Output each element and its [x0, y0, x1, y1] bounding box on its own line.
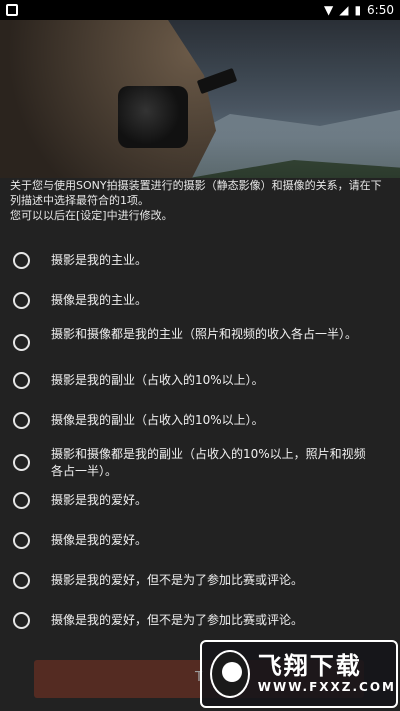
radio-button[interactable]: [13, 492, 30, 509]
status-bar: ▼ ◢ ▮ 6:50: [0, 0, 400, 20]
radio-button[interactable]: [13, 292, 30, 309]
option-label: 摄影是我的副业（占收入的10%以上）。: [51, 373, 264, 387]
notification-icon: [6, 4, 18, 16]
option-label: 摄像是我的主业。: [51, 293, 148, 307]
option-label: 摄像是我的爱好，但不是为了参加比赛或评论。: [51, 613, 304, 627]
radio-button[interactable]: [13, 532, 30, 549]
option-label: 摄像是我的爱好。: [51, 533, 148, 547]
option-label: 摄影是我的爱好。: [51, 493, 148, 507]
option-label: 摄影和摄像都是我的副业（占收入的10%以上，照片和视频各占一半）。: [51, 447, 366, 478]
option-label: 摄影是我的爱好，但不是为了参加比赛或评论。: [51, 573, 304, 587]
intro-text: 关于您与使用SONY拍摄装置进行的摄影（静态影像）和摄像的关系，请在下列描述中选…: [10, 178, 392, 223]
watermark-name: 飞翔下载: [257, 652, 362, 680]
radio-button[interactable]: [13, 454, 30, 471]
wifi-icon: ▼: [323, 3, 334, 17]
signal-icon: ◢: [339, 3, 349, 17]
battery-icon: ▮: [354, 3, 362, 17]
radio-button[interactable]: [13, 372, 30, 389]
intro-line-2: 您可以以后在[设定]中进行修改。: [10, 209, 173, 222]
radio-button[interactable]: [13, 572, 30, 589]
hero-image: [0, 20, 400, 178]
watermark: 飞翔下载 WWW.FXXZ.COM: [200, 640, 398, 708]
option-label: 摄影和摄像都是我的主业（照片和视频的收入各占一半）。: [51, 327, 358, 341]
intro-line-1: 关于您与使用SONY拍摄装置进行的摄影（静态影像）和摄像的关系，请在下列描述中选…: [10, 179, 382, 207]
option-label: 摄像是我的副业（占收入的10%以上）。: [51, 413, 264, 427]
radio-button[interactable]: [13, 334, 30, 351]
radio-button[interactable]: [13, 412, 30, 429]
camera-illustration: [118, 86, 188, 148]
watermark-url: WWW.FXXZ.COM: [257, 680, 396, 694]
radio-button[interactable]: [13, 252, 30, 269]
clock: 6:50: [367, 3, 394, 17]
watermark-logo-icon: [210, 650, 250, 698]
radio-button[interactable]: [13, 612, 30, 629]
option-label: 摄影是我的主业。: [51, 253, 148, 267]
